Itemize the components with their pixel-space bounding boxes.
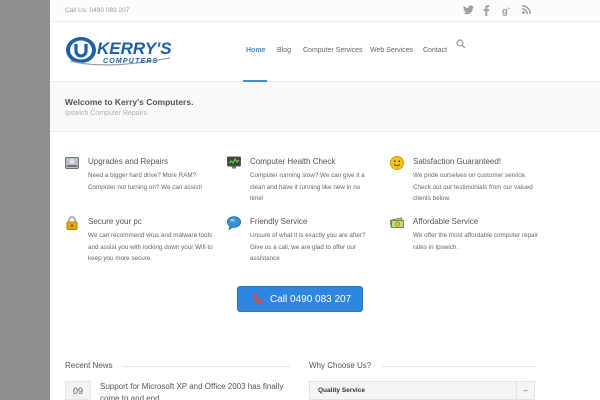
page: Call Us: 0490 083 207 g + KERRY'S COMPUTE… (50, 0, 600, 400)
feature-title: Satisfaction Guaranteed! (413, 157, 502, 166)
accordion-quality-service[interactable]: Quality Service – (309, 381, 535, 400)
google-plus-icon[interactable]: g + (500, 5, 512, 17)
call-us-text: Call Us: 0490 083 207 (65, 7, 130, 14)
news-day: 09 (72, 386, 83, 396)
monitor-icon (227, 156, 241, 169)
nav-home[interactable]: Home (246, 47, 265, 54)
feature-title: Computer Health Check (250, 157, 336, 166)
chat-bubble-icon (227, 216, 241, 230)
nav-web-services[interactable]: Web Services (370, 47, 413, 54)
site-header: KERRY'S COMPUTERS Home Blog Computer Ser… (50, 22, 600, 82)
recent-news-heading: Recent News (65, 361, 113, 370)
feature-text: Computer running slow? We can give it a … (250, 172, 365, 202)
money-icon (390, 217, 404, 228)
divider (122, 366, 290, 367)
feature-title: Friendly Service (250, 217, 308, 226)
rss-icon[interactable] (520, 5, 532, 17)
phone-icon (253, 294, 263, 304)
nav-blog[interactable]: Blog (277, 47, 291, 54)
twitter-icon[interactable] (462, 5, 474, 17)
search-icon[interactable] (456, 39, 466, 49)
top-bar: Call Us: 0490 083 207 g + (50, 0, 600, 22)
logo-sub: COMPUTERS (103, 58, 159, 65)
news-date: 09 (65, 381, 91, 400)
accordion-label: Quality Service (318, 387, 365, 394)
facebook-icon[interactable] (480, 5, 492, 17)
feature-text: Need a bigger hard drive? More RAM? Comp… (88, 172, 202, 191)
feature-text: We can recommend virus and malware tools… (88, 232, 213, 262)
page-title: Welcome to Kerry's Computers. (65, 97, 194, 107)
nav-computer-services[interactable]: Computer Services (303, 47, 363, 54)
page-subtitle: Ipswich Computer Repairs (65, 110, 148, 117)
call-button[interactable]: Call 0490 083 207 (237, 286, 363, 312)
nav-contact[interactable]: Contact (423, 47, 447, 54)
news-item-link[interactable]: Support for Microsoft XP and Office 2003… (100, 381, 300, 400)
kerrys-computers-logo[interactable]: KERRY'S COMPUTERS (65, 30, 175, 70)
why-choose-heading: Why Choose Us? (309, 361, 372, 370)
svg-text:+: + (507, 7, 510, 12)
smiley-icon (390, 156, 404, 170)
logo-brand: KERRY'S (97, 39, 172, 58)
feature-title: Secure your pc (88, 217, 142, 226)
feature-text: We offer the most affordable computer re… (413, 232, 538, 251)
feature-title: Affordable Service (413, 217, 479, 226)
lock-icon (66, 216, 78, 230)
divider (382, 366, 535, 367)
collapse-toggle[interactable]: – (516, 382, 534, 399)
feature-text: We pride ourselves on customer service. … (413, 172, 533, 202)
feature-title: Upgrades and Repairs (88, 157, 169, 166)
welcome-banner: Welcome to Kerry's Computers. Ipswich Co… (50, 82, 600, 132)
call-button-label: Call 0490 083 207 (270, 294, 352, 305)
hard-drive-icon (65, 157, 79, 169)
feature-text: Unsure of what it is exactly you are aft… (250, 232, 366, 262)
